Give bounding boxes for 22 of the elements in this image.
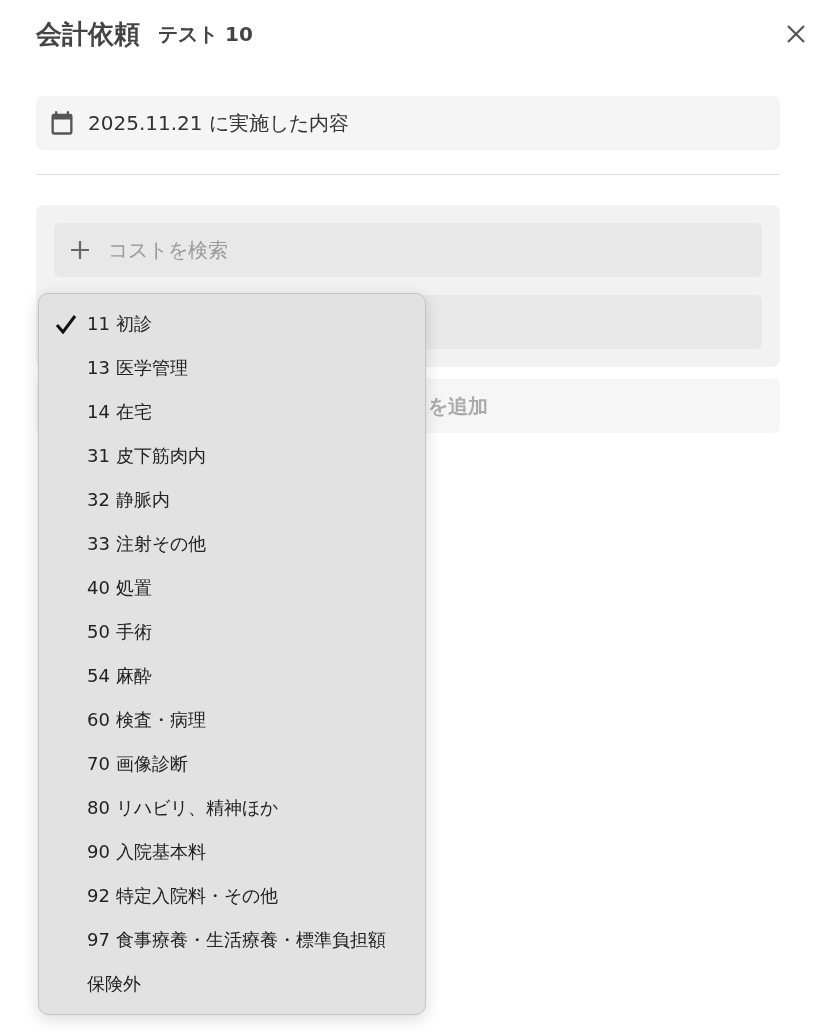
menu-item[interactable]: 33 注射その他: [39, 522, 425, 566]
date-field[interactable]: 2025.11.21 に実施した内容: [36, 96, 780, 150]
menu-item[interactable]: 60 検査・病理: [39, 698, 425, 742]
menu-item[interactable]: 14 在宅: [39, 390, 425, 434]
menu-item[interactable]: 90 入院基本料: [39, 830, 425, 874]
plus-icon: [70, 240, 90, 260]
patient-name: テスト 10: [158, 20, 253, 48]
menu-item[interactable]: 31 皮下筋肉内: [39, 434, 425, 478]
dialog-title: 会計依頼: [36, 17, 140, 51]
menu-item[interactable]: 80 リハビリ、精神ほか: [39, 786, 425, 830]
menu-item[interactable]: 70 画像診断: [39, 742, 425, 786]
close-icon[interactable]: [786, 24, 806, 44]
menu-item[interactable]: 32 静脈内: [39, 478, 425, 522]
menu-item[interactable]: 11 初診: [39, 302, 425, 346]
menu-item[interactable]: 保険外: [39, 962, 425, 1006]
menu-item[interactable]: 40 処置: [39, 566, 425, 610]
menu-item[interactable]: 13 医学管理: [39, 346, 425, 390]
menu-item[interactable]: 92 特定入院料・その他: [39, 874, 425, 918]
menu-item[interactable]: 50 手術: [39, 610, 425, 654]
search-field[interactable]: コストを検索: [54, 223, 762, 277]
menu-item[interactable]: 54 麻酔: [39, 654, 425, 698]
menu-item[interactable]: 97 食事療養・生活療養・標準負担額: [39, 918, 425, 962]
